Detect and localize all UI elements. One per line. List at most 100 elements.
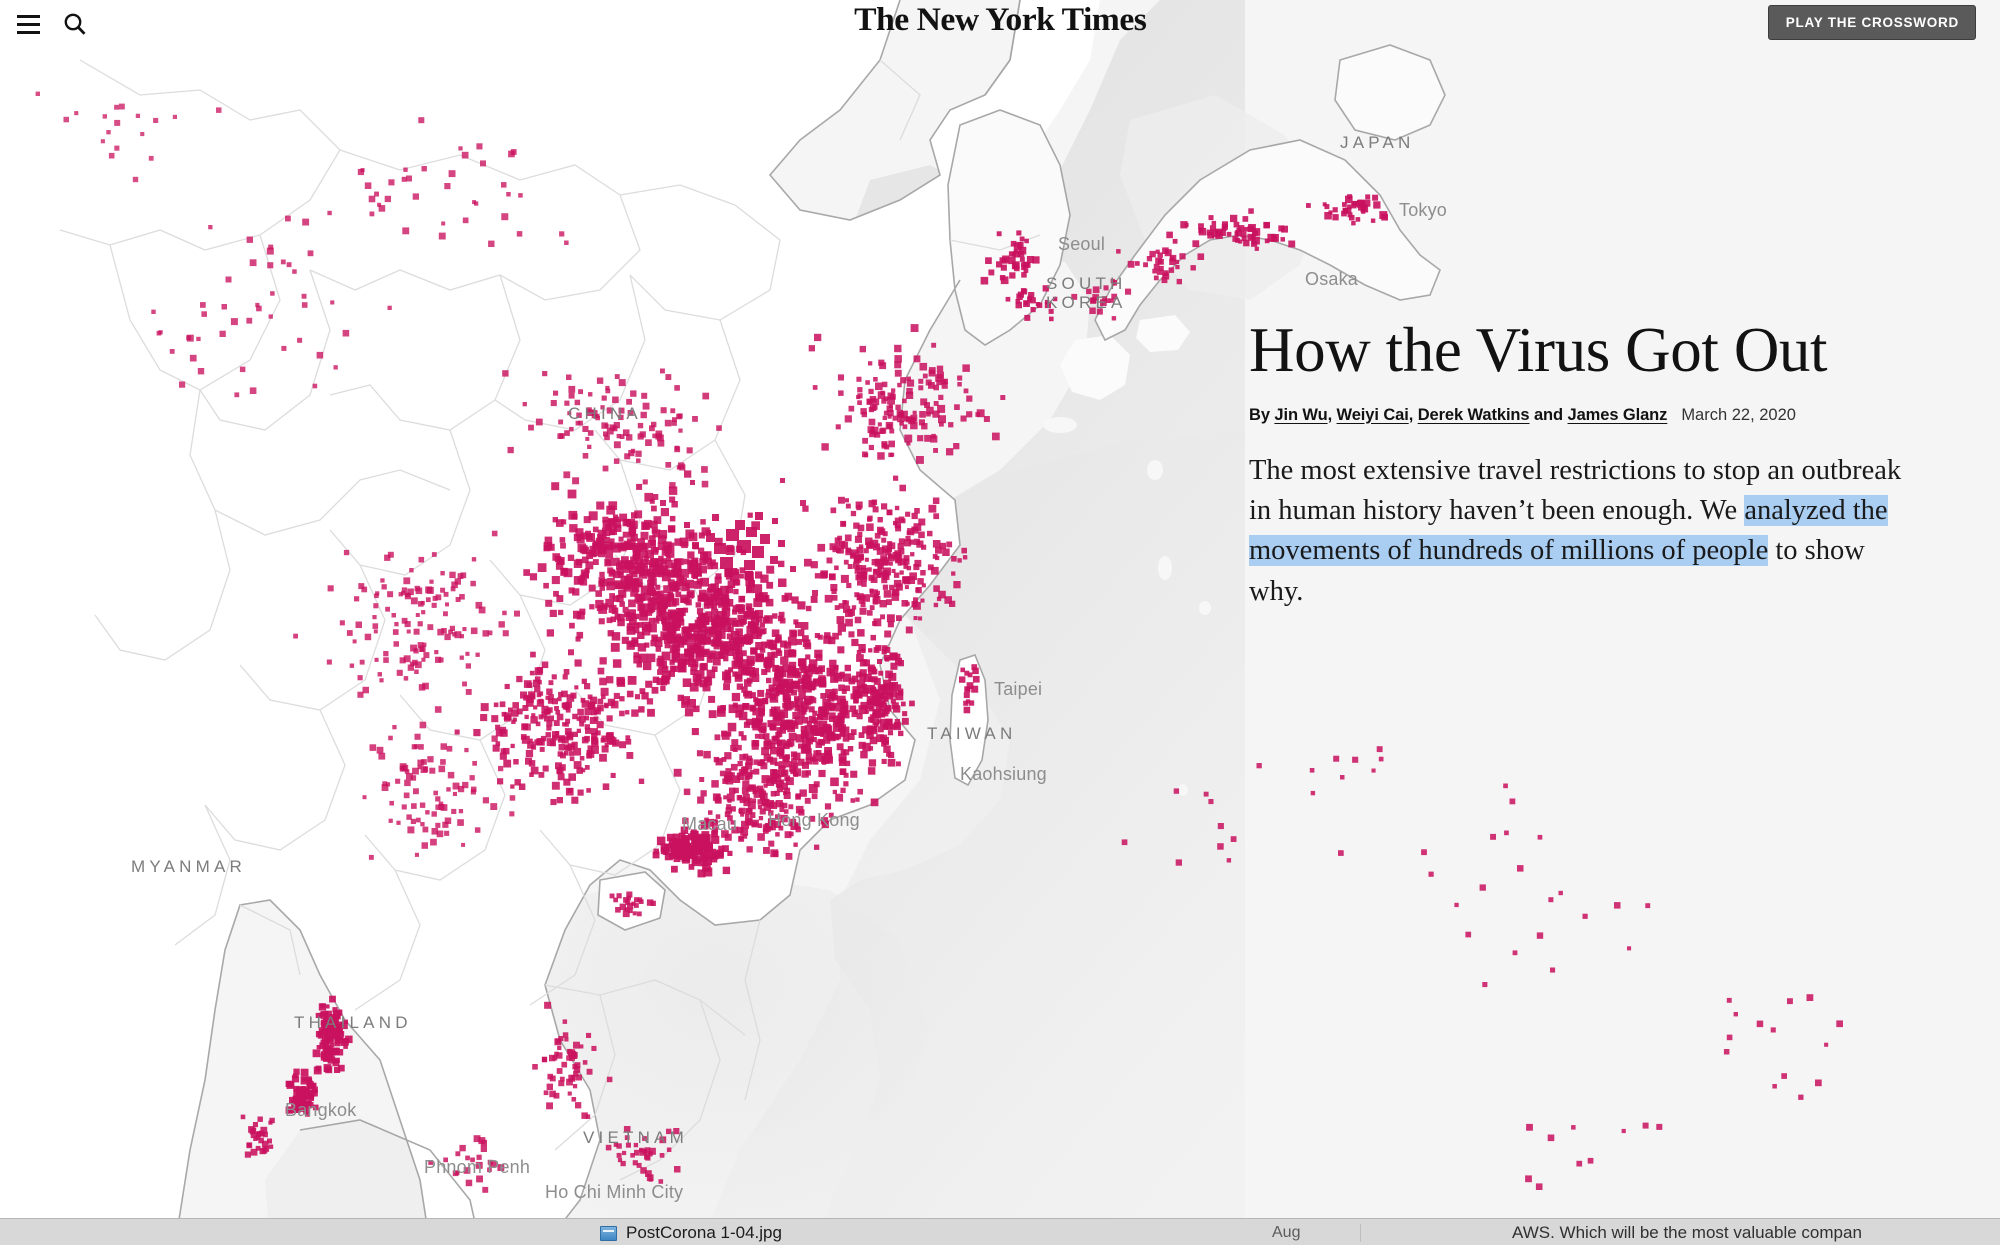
map-case-dot (682, 658, 688, 665)
map-case-dot (920, 570, 926, 576)
map-case-dot (599, 571, 605, 578)
map-case-dot (933, 384, 939, 391)
map-case-dot (612, 396, 619, 404)
map-case-dot (980, 276, 989, 285)
map-case-dot (866, 541, 874, 549)
map-case-dot (307, 1076, 312, 1081)
map-case-dot (759, 808, 766, 815)
map-case-dot (510, 743, 515, 749)
map-case-dot (301, 302, 308, 308)
map-case-dot (658, 530, 668, 539)
map-case-dot (774, 638, 780, 644)
map-case-dot (1525, 1175, 1532, 1183)
map-canvas[interactable]: JAPAN SOUTH KOREA CHINA TAIWAN MYANMAR THAILAN… (0, 0, 2000, 1245)
map-case-dot (725, 574, 732, 580)
map-case-dot (610, 772, 616, 778)
article-summary: The most extensive travel restrictions t… (1249, 451, 1921, 613)
map-case-dot (448, 629, 453, 635)
map-case-dot (1264, 238, 1270, 244)
map-case-dot (414, 733, 421, 740)
map-case-dot (695, 670, 705, 679)
map-case-dot (665, 374, 672, 380)
map-case-dot (748, 772, 753, 778)
map-case-dot (440, 804, 448, 811)
map-case-dot (913, 355, 921, 363)
map-case-dot (881, 537, 887, 543)
map-case-dot (868, 676, 874, 682)
map-case-dot (585, 561, 594, 570)
map-case-dot (359, 659, 365, 665)
map-case-dot (772, 613, 778, 619)
map-case-dot (634, 694, 641, 700)
map-case-dot (1198, 223, 1204, 230)
map-case-dot (330, 1047, 335, 1052)
map-case-dot (1536, 932, 1544, 939)
map-case-dot (216, 107, 222, 113)
map-case-dot (430, 838, 437, 846)
map-case-dot (471, 786, 477, 793)
map-case-dot (618, 414, 624, 421)
map-case-dot (1217, 823, 1224, 830)
map-case-dot (153, 117, 159, 123)
map-case-dot (545, 708, 550, 714)
map-case-dot (579, 1044, 584, 1049)
map-case-dot (267, 262, 274, 269)
map-case-dot (1175, 859, 1182, 866)
map-case-dot (520, 734, 527, 740)
map-case-dot (577, 577, 585, 584)
byline-separator-and: and (1529, 405, 1568, 424)
map-case-dot (465, 663, 471, 669)
map-case-dot (1211, 229, 1220, 238)
map-case-dot (584, 765, 590, 770)
map-case-dot (714, 537, 723, 546)
map-case-dot (833, 734, 840, 741)
map-case-dot (285, 215, 291, 222)
map-case-dot (769, 693, 776, 700)
author-link-james-glanz[interactable]: James Glanz (1568, 406, 1668, 424)
map-case-dot (918, 616, 923, 621)
map-case-dot (401, 764, 409, 772)
map-case-dot (541, 661, 549, 669)
author-link-derek-watkins[interactable]: Derek Watkins (1418, 406, 1530, 424)
map-case-dot (556, 595, 564, 602)
map-case-dot (894, 361, 902, 369)
map-case-dot (837, 374, 844, 381)
author-link-jin-wu[interactable]: Jin Wu (1274, 406, 1327, 424)
map-case-dot (1332, 214, 1339, 221)
map-case-dot (771, 629, 780, 637)
map-case-dot (748, 808, 753, 813)
map-case-dot (888, 561, 893, 566)
map-case-dot (628, 599, 636, 608)
author-link-weiyi-cai[interactable]: Weiyi Cai (1337, 406, 1409, 424)
map-case-dot (719, 646, 729, 656)
map-case-dot (106, 130, 111, 135)
map-case-dot (686, 447, 693, 454)
map-case-dot (651, 686, 659, 694)
map-case-dot (452, 791, 457, 796)
map-case-dot (374, 593, 379, 599)
map-case-dot (388, 735, 393, 741)
map-case-dot (802, 639, 811, 648)
map-case-dot (480, 1145, 487, 1152)
nyt-masthead[interactable]: The New York Times (0, 2, 2000, 39)
map-case-dot (577, 789, 584, 796)
map-case-dot (394, 622, 399, 627)
map-case-dot (783, 809, 789, 814)
map-case-dot (779, 802, 784, 808)
download-item[interactable]: PostCorona 1-04.jpg (600, 1223, 782, 1243)
map-case-dot (516, 231, 523, 237)
map-case-dot (684, 708, 694, 717)
map-case-dot (628, 450, 635, 457)
play-the-crossword-button[interactable]: PLAY THE CROSSWORD (1767, 5, 1976, 40)
map-case-dot (731, 692, 741, 702)
map-case-dot (534, 676, 541, 682)
map-case-dot (581, 1112, 588, 1119)
map-case-dot (793, 842, 798, 847)
map-case-dot (875, 382, 883, 391)
map-case-dot (746, 667, 756, 676)
map-case-dot (1153, 263, 1160, 270)
map-case-dot (613, 422, 620, 429)
map-case-dot (476, 1154, 482, 1160)
map-case-dot (745, 603, 753, 610)
map-case-dot (810, 561, 818, 569)
